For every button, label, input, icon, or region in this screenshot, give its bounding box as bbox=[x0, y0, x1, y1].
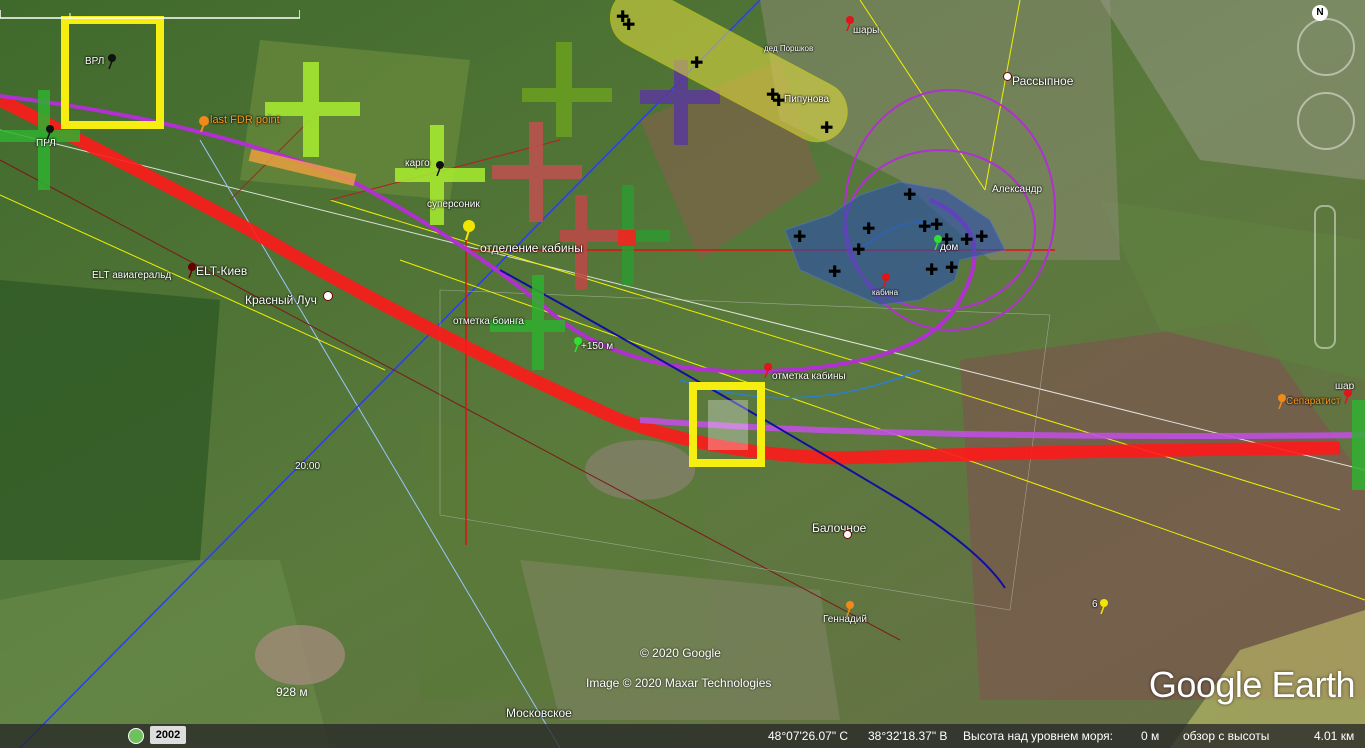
imagery-year[interactable]: 2002 bbox=[150, 726, 186, 744]
map-pin-icon[interactable] bbox=[106, 53, 118, 69]
map-pin-icon[interactable] bbox=[44, 124, 56, 140]
label-plus150: +150 м bbox=[581, 341, 614, 352]
status-bar: 2002 48°07'26.07" С 38°32'18.37" В Высот… bbox=[0, 724, 1365, 748]
svg-text:✚: ✚ bbox=[622, 15, 635, 34]
label-ded-porshkov: дед Поршков bbox=[764, 44, 814, 53]
google-credit: © 2020 Google bbox=[640, 646, 721, 660]
scale-bar bbox=[0, 10, 300, 19]
label-pipunova: Пипунова bbox=[784, 94, 830, 105]
svg-text:✚: ✚ bbox=[690, 53, 703, 72]
red-pin-icon[interactable] bbox=[880, 272, 892, 288]
label-elt-avia: ELT авиагеральд bbox=[92, 270, 172, 281]
label-last-fdr: last FDR point bbox=[210, 114, 280, 126]
label-cargo: карго bbox=[405, 158, 430, 169]
elevation-value: 0 м bbox=[1141, 729, 1160, 743]
label-krasny-luch: Красный Луч bbox=[245, 293, 317, 307]
longitude-readout: 38°32'18.37" В bbox=[868, 729, 948, 743]
imagery-credit: Image © 2020 Maxar Technologies bbox=[586, 676, 772, 690]
place-dot-icon bbox=[843, 530, 852, 539]
orange-pin-icon[interactable] bbox=[1276, 393, 1288, 409]
svg-text:✚: ✚ bbox=[852, 240, 865, 259]
svg-text:✚: ✚ bbox=[930, 215, 943, 234]
label-cabin-separation: отделение кабины bbox=[480, 241, 583, 255]
yellow-pin-icon[interactable] bbox=[462, 220, 475, 240]
map-overlay-layer: ✚✚ ✚✚✚ ✚ ✚✚✚ ✚✚✚ ✚ ✚ ✚ ✚ ✚✚ bbox=[0, 0, 1365, 748]
svg-text:✚: ✚ bbox=[862, 219, 875, 238]
map-pin-icon[interactable] bbox=[186, 262, 198, 278]
green-pin-icon[interactable] bbox=[932, 234, 944, 250]
svg-text:✚: ✚ bbox=[828, 262, 841, 281]
eye-alt-value: 4.01 км bbox=[1314, 729, 1355, 743]
orange-pin-icon[interactable] bbox=[198, 116, 210, 132]
svg-text:✚: ✚ bbox=[975, 227, 988, 246]
svg-text:✚: ✚ bbox=[925, 260, 938, 279]
label-rassypnoe: Рассыпное bbox=[1012, 74, 1074, 88]
zoom-slider[interactable] bbox=[1314, 205, 1336, 349]
svg-text:✚: ✚ bbox=[945, 258, 958, 277]
label-cabin: кабина bbox=[872, 288, 899, 297]
svg-text:✚: ✚ bbox=[903, 185, 916, 204]
red-pin-icon[interactable] bbox=[1342, 388, 1354, 404]
label-vrl: ВРЛ bbox=[85, 56, 105, 67]
orange-pin-icon[interactable] bbox=[844, 600, 856, 616]
red-pin-icon[interactable] bbox=[762, 362, 774, 378]
label-supersonik: суперсоник bbox=[427, 199, 480, 210]
label-aleksandr: Александр bbox=[992, 184, 1043, 195]
label-time-2000: 20:00 bbox=[295, 461, 321, 472]
svg-text:✚: ✚ bbox=[793, 227, 806, 246]
scale-label: 928 м bbox=[276, 685, 308, 699]
google-earth-logo: Google Earth bbox=[1148, 664, 1356, 705]
label-elt-kiev: ELT-Киев bbox=[196, 264, 248, 278]
label-cabin-mark: отметка кабины bbox=[772, 371, 846, 382]
label-six: 6 bbox=[1092, 599, 1098, 610]
green-pin-icon[interactable] bbox=[572, 336, 584, 352]
move-control[interactable] bbox=[1297, 92, 1355, 150]
place-dot-icon bbox=[323, 291, 333, 301]
svg-text:✚: ✚ bbox=[960, 230, 973, 249]
svg-text:✚: ✚ bbox=[820, 118, 833, 137]
label-balochnoe: Балочное bbox=[812, 521, 867, 535]
label-moskovskoe: Московское bbox=[506, 706, 572, 720]
elevation-label: Высота над уровнем моря: bbox=[963, 729, 1113, 743]
red-pin-icon[interactable] bbox=[844, 15, 856, 31]
look-control[interactable] bbox=[1297, 18, 1355, 76]
label-boeing-mark: отметка боинга bbox=[453, 316, 524, 327]
place-dot-icon bbox=[1003, 72, 1012, 81]
eye-alt-label: обзор с высоты bbox=[1183, 729, 1270, 743]
label-separatist: Сепаратист bbox=[1286, 396, 1341, 407]
satellite-map-view[interactable]: ✚ ✚ ✚ ✚ ✚ ✚ ✚ ✚ ✚ ✚ ✚ ✚ ✚ ✚ ✚ ✚ ✚ ✚ ВРЛ ПРЛ last FD… bbox=[0, 0, 1365, 748]
latitude-readout: 48°07'26.07" С bbox=[768, 729, 849, 743]
map-pin-icon[interactable] bbox=[434, 160, 446, 176]
yellow-pin-icon[interactable] bbox=[1098, 598, 1110, 614]
historical-imagery-icon[interactable] bbox=[128, 728, 144, 744]
label-shary: шары bbox=[853, 25, 880, 36]
